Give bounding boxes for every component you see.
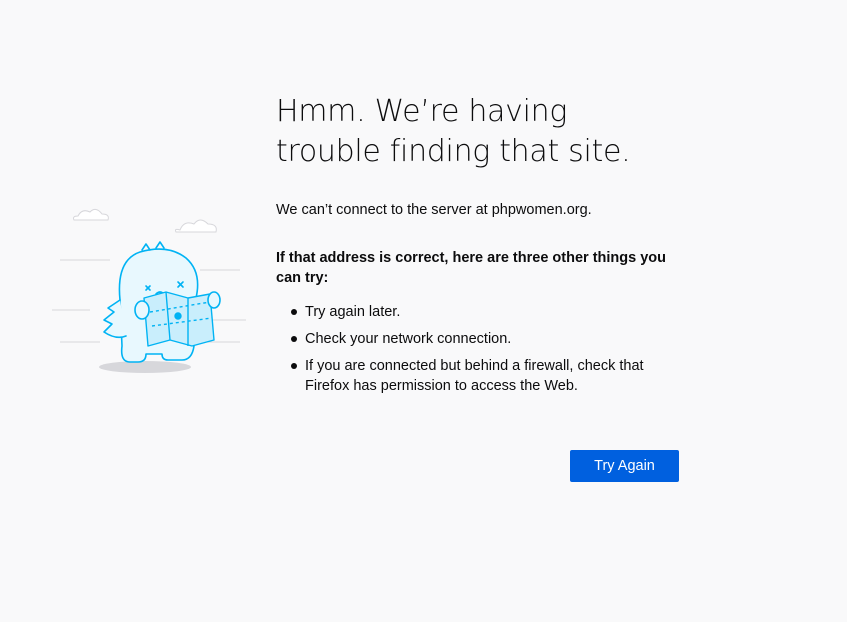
error-description: We can’t connect to the server at phpwom… bbox=[276, 202, 592, 218]
advice-heading: If that address is correct, here are thr… bbox=[276, 250, 666, 286]
error-page: Hmm. We’re having trouble finding that s… bbox=[0, 0, 847, 622]
lost-monster-with-map-icon bbox=[52, 208, 246, 373]
advice-list: Try again later. Check your network conn… bbox=[276, 302, 680, 396]
advice-item: If you are connected but behind a firewa… bbox=[291, 356, 680, 396]
advice-item: Try again later. bbox=[291, 302, 680, 322]
button-row: Try Again bbox=[570, 450, 679, 482]
error-content: Hmm. We’re having trouble finding that s… bbox=[276, 92, 680, 403]
advice-item: Check your network connection. bbox=[291, 329, 680, 349]
page-title: Hmm. We’re having trouble finding that s… bbox=[276, 94, 631, 169]
try-again-button[interactable]: Try Again bbox=[570, 450, 679, 482]
